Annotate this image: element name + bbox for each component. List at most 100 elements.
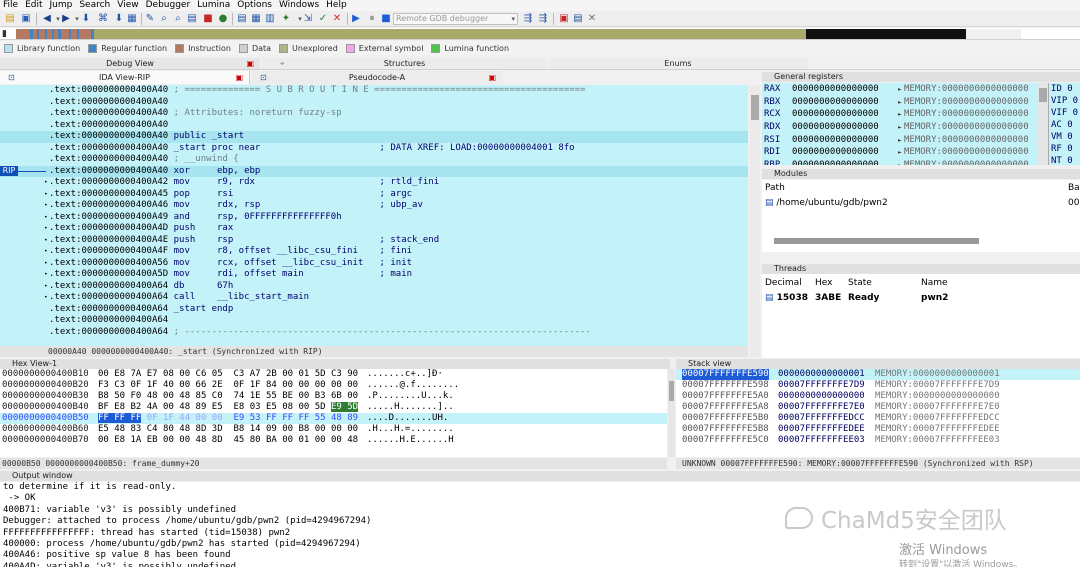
hex-bytes[interactable]: E5 48 83 C4 80 48 8D 3D B8 14 09 00 B8 0… <box>98 424 358 435</box>
menu-file[interactable]: File <box>0 0 22 11</box>
bookmark-icon[interactable]: ⌘ <box>97 13 109 25</box>
find-next-icon[interactable]: ⌕ <box>172 13 184 25</box>
continue-icon[interactable]: ▶ <box>350 13 362 25</box>
disassembly-line[interactable]: • .text:0000000000400A46 mov rdx, rsp ; u… <box>0 200 748 212</box>
disassembly-line[interactable]: .text:0000000000400A40 ; __unwind { <box>0 154 748 166</box>
disassembly-line[interactable]: .text:0000000000400A40 ; ============== … <box>0 85 748 97</box>
close-red-icon[interactable]: ✕ <box>331 13 343 25</box>
run-icon[interactable]: ● <box>217 13 229 25</box>
hex-row[interactable]: 0000000000400B50 FF FF FF 0F 1F 44 00 00 … <box>0 413 667 424</box>
stack-row[interactable]: 00007FFFFFFFE598 00007FFFFFFFE7D9 MEMORY:0… <box>676 380 1080 391</box>
search-binary-icon[interactable]: ▦ <box>126 13 138 25</box>
tab-structures[interactable]: ⌖ Structures <box>262 58 547 69</box>
menu-lumina[interactable]: Lumina <box>194 0 234 11</box>
mark-icon[interactable]: ✦ <box>280 13 292 25</box>
hex-row[interactable]: 0000000000400B40 BF E8 B2 4A 00 48 89 E5 … <box>0 402 667 413</box>
close-icon[interactable]: ▣ <box>488 71 496 84</box>
hex-bytes[interactable]: 00 E8 1A EB 00 00 48 8D 45 80 BA 00 01 0… <box>98 435 358 446</box>
disassembly-line[interactable]: .text:0000000000400A64 _start endp <box>0 304 748 316</box>
menu-windows[interactable]: Windows <box>276 0 323 11</box>
stack-row[interactable]: 00007FFFFFFFE5B0 00007FFFFFFFEDCC MEMORY:0… <box>676 413 1080 424</box>
threads-col-name[interactable]: Name <box>921 278 948 289</box>
open-icon[interactable]: ▤ <box>4 13 16 25</box>
hex-bytes[interactable]: B8 50 F0 48 00 48 85 C0 74 1E 55 BE 00 B… <box>98 391 358 402</box>
disassembly-line[interactable]: • .text:0000000000400A64 db 67h <box>0 281 748 293</box>
tab-debug-view[interactable]: Debug View ▣ <box>0 58 260 69</box>
hex-view[interactable]: 0000000000400B10 00 E8 7A E7 08 00 C6 05 … <box>0 369 667 457</box>
flag-row[interactable]: ID 0 <box>1051 83 1080 95</box>
flag-row[interactable]: VIP 0 <box>1051 95 1080 107</box>
tab-pseudocode-a[interactable]: ⊡ Pseudocode-A ▣ <box>252 71 502 84</box>
close-icon[interactable]: ▣ <box>235 71 243 84</box>
hex-bytes[interactable]: BF E8 B2 4A 00 48 89 E5 E8 03 E5 08 00 5… <box>98 402 359 413</box>
threads-col-state[interactable]: State <box>848 278 872 289</box>
disassembly-line[interactable]: .text:0000000000400A40 ; Attributes: nor… <box>0 108 748 120</box>
disassembly-line[interactable]: • .text:0000000000400A5D mov rdi, offset … <box>0 269 748 281</box>
module-row[interactable]: ▤ /home/ubuntu/gdb/pwn2 <box>765 198 888 209</box>
threads-panel[interactable]: Decimal Hex State Name ▤ 15038 3ABE Read… <box>762 274 1080 358</box>
disassembly-line[interactable]: • .text:0000000000400A64 call __libc_star… <box>0 292 748 304</box>
stack-row[interactable]: 00007FFFFFFFE590 0000000000000001 MEMORY:0… <box>676 369 1080 380</box>
disassembly-line[interactable]: • .text:0000000000400A42 mov r9, rdx ; rt… <box>0 177 748 189</box>
scrollbar-thumb[interactable] <box>669 381 674 401</box>
stack-value[interactable]: 00007FFFFFFFEDCC <box>778 413 865 424</box>
hex-row[interactable]: 0000000000400B20 F3 C3 0F 1F 40 00 66 2E … <box>0 380 667 391</box>
stack-row[interactable]: 00007FFFFFFFE5B8 00007FFFFFFFEDEE MEMORY:0… <box>676 424 1080 435</box>
register-value[interactable]: 0000000000000000 <box>792 159 898 165</box>
modules-panel[interactable]: Path Bas ▤ /home/ubuntu/gdb/pwn2 000 <box>762 180 1080 252</box>
threads-col-decimal[interactable]: Decimal <box>765 278 802 289</box>
flag-row[interactable]: NT 0 <box>1051 155 1080 167</box>
disassembly-line[interactable]: .text:0000000000400A64 <box>0 315 748 327</box>
stack-value[interactable]: 00007FFFFFFFE7D9 <box>778 380 865 391</box>
hex-bytes[interactable]: FF FF FF 0F 1F 44 00 00 E9 53 FF FF FF 5… <box>98 413 358 424</box>
check-icon[interactable]: ✓ <box>317 13 329 25</box>
disassembly-line[interactable]: .text:0000000000400A40 xor ebp, ebp <box>0 165 748 177</box>
disassembly-line[interactable]: • .text:0000000000400A45 pop rsi ; argc <box>0 189 748 201</box>
text-search-icon[interactable]: ✎ <box>144 13 156 25</box>
save-icon[interactable]: ▣ <box>20 13 32 25</box>
modules-col-path[interactable]: Path <box>765 183 785 194</box>
register-row[interactable]: RDI 0000000000000000 ► MEMORY:0000000000000… <box>762 146 1047 159</box>
modules-col-base[interactable]: Bas <box>1068 183 1080 194</box>
register-row[interactable]: RCX 0000000000000000 ► MEMORY:0000000000000… <box>762 108 1047 121</box>
threads-col-hex[interactable]: Hex <box>815 278 832 289</box>
hex-bytes[interactable]: 00 E8 7A E7 08 00 C6 05 C3 A7 2B 00 01 5… <box>98 369 358 380</box>
register-value[interactable]: 0000000000000000 <box>792 108 898 121</box>
general-registers-panel[interactable]: RAX 0000000000000000 ► MEMORY:0000000000000… <box>762 83 1047 165</box>
menu-options[interactable]: Options <box>234 0 276 11</box>
stack-value[interactable]: 00007FFFFFFFEE03 <box>778 435 865 446</box>
disassembly-line[interactable]: .text:0000000000400A40 _start proc near … <box>0 143 748 155</box>
code-icon[interactable]: ▤ <box>186 13 198 25</box>
disassembly-line[interactable]: • .text:0000000000400A49 and rsp, 0FFFFFF… <box>0 212 748 224</box>
xref-icon[interactable]: ⇲ <box>302 13 314 25</box>
scrollbar-thumb[interactable] <box>751 95 759 120</box>
stack-value[interactable]: 0000000000000000 <box>778 391 865 402</box>
attach-icon[interactable]: ⇶ <box>522 13 534 25</box>
find-icon[interactable]: ⌕ <box>158 13 170 25</box>
flag-row[interactable]: AC 0 <box>1051 119 1080 131</box>
hex-bytes[interactable]: F3 C3 0F 1F 40 00 66 2E 0F 1F 84 00 00 0… <box>98 380 358 391</box>
array-icon[interactable]: ▥ <box>264 13 276 25</box>
stack-view[interactable]: 00007FFFFFFFE590 0000000000000001 MEMORY:0… <box>676 369 1080 457</box>
hex-row[interactable]: 0000000000400B10 00 E8 7A E7 08 00 C6 05 … <box>0 369 667 380</box>
data-icon[interactable]: ▤ <box>236 13 248 25</box>
hex-row[interactable]: 0000000000400B70 00 E8 1A EB 00 00 48 8D … <box>0 435 667 446</box>
registers-scrollbar[interactable] <box>1038 83 1048 165</box>
thread-row[interactable]: ▤ 15038 <box>765 293 808 304</box>
stop-sign-icon[interactable]: ■ <box>202 13 214 25</box>
flag-row[interactable]: RF 0 <box>1051 143 1080 155</box>
ida-scrollbar[interactable] <box>750 85 760 357</box>
flag-row[interactable]: VIF 0 <box>1051 107 1080 119</box>
register-value[interactable]: 0000000000000000 <box>792 96 898 109</box>
disassembly-line[interactable]: .text:0000000000400A40 <box>0 97 748 109</box>
navigation-band[interactable]: ▮ <box>0 28 1080 40</box>
hex-row[interactable]: 0000000000400B60 E5 48 83 C4 80 48 8D 3D … <box>0 424 667 435</box>
disassembly-line[interactable]: .text:0000000000400A40 public _start <box>0 131 748 143</box>
stack-value[interactable]: 00007FFFFFFFE7E0 <box>778 402 865 413</box>
hex-row[interactable]: 0000000000400B30 B8 50 F0 48 00 48 85 C0 … <box>0 391 667 402</box>
menu-view[interactable]: View <box>114 0 142 11</box>
scrollbar-thumb[interactable] <box>1039 88 1047 102</box>
menu-debugger[interactable]: Debugger <box>143 0 195 11</box>
disassembly-line[interactable]: • .text:0000000000400A4D push rax <box>0 223 748 235</box>
flag-row[interactable]: VM 0 <box>1051 131 1080 143</box>
